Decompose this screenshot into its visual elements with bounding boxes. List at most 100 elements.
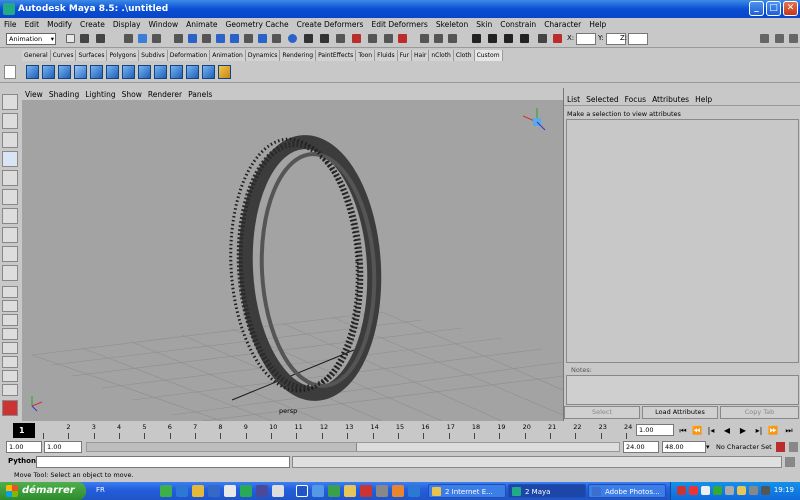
- menu-file[interactable]: File: [0, 20, 21, 29]
- layout-option-a-icon[interactable]: [2, 286, 18, 298]
- current-time-field[interactable]: 1.00: [636, 424, 674, 436]
- attr-menu-help[interactable]: Help: [692, 95, 715, 104]
- shelf-menu-icon[interactable]: [4, 65, 16, 79]
- tab-cloth[interactable]: Cloth: [453, 50, 475, 61]
- menu-character[interactable]: Character: [540, 20, 585, 29]
- menu-constrain[interactable]: Constrain: [496, 20, 540, 29]
- quick-launch-app-9-icon[interactable]: [312, 485, 324, 497]
- separate-icon[interactable]: [186, 65, 199, 79]
- minimize-button[interactable]: _: [749, 1, 764, 16]
- attr-menu-selected[interactable]: Selected: [583, 95, 622, 104]
- viewport-menu-view[interactable]: View: [22, 90, 46, 99]
- menu-edit-deformers[interactable]: Edit Deformers: [367, 20, 431, 29]
- language-indicator[interactable]: FR: [96, 486, 105, 494]
- current-frame-marker[interactable]: 1: [13, 423, 35, 438]
- merge-vertices-icon[interactable]: [122, 65, 135, 79]
- delete-history-icon[interactable]: [553, 34, 562, 43]
- notes-field[interactable]: [566, 375, 799, 405]
- attr-menu-focus[interactable]: Focus: [622, 95, 649, 104]
- select-tool-icon[interactable]: [2, 94, 18, 110]
- auto-key-icon[interactable]: [776, 442, 785, 452]
- paint-select-tool-icon[interactable]: [2, 132, 18, 148]
- layout-option-d-icon[interactable]: [2, 328, 18, 340]
- go-to-end-icon[interactable]: ⏭: [784, 425, 794, 436]
- manipulator-tool-icon[interactable]: [2, 208, 18, 224]
- transform-icon[interactable]: [434, 34, 443, 43]
- quick-launch-app-7-icon[interactable]: [256, 485, 268, 497]
- open-scene-icon[interactable]: [80, 34, 89, 43]
- command-input[interactable]: [36, 456, 290, 468]
- tray-app-6-icon[interactable]: [737, 486, 746, 495]
- menu-set-select[interactable]: Animation: [6, 33, 56, 45]
- start-time-field[interactable]: 1.00: [6, 441, 42, 453]
- animation-preferences-icon[interactable]: [789, 442, 798, 452]
- move-tool-icon[interactable]: [2, 151, 18, 167]
- attr-menu-attributes[interactable]: Attributes: [649, 95, 692, 104]
- extrude-icon[interactable]: [58, 65, 71, 79]
- range-bar[interactable]: [86, 442, 620, 452]
- quick-launch-app-3-icon[interactable]: [192, 485, 204, 497]
- tab-rendering[interactable]: Rendering: [280, 50, 317, 61]
- layout-option-e-icon[interactable]: [2, 342, 18, 354]
- quick-launch-app-11-icon[interactable]: [344, 485, 356, 497]
- layout-option-b-icon[interactable]: [2, 300, 18, 312]
- uv-editor-icon[interactable]: [218, 65, 231, 79]
- select-button[interactable]: Select: [564, 406, 640, 419]
- attribute-editor-toggle-icon[interactable]: [775, 34, 784, 43]
- menu-edit[interactable]: Edit: [21, 20, 44, 29]
- tab-custom[interactable]: Custom: [474, 50, 503, 61]
- range-handle[interactable]: [87, 443, 357, 451]
- lasso-tool-icon[interactable]: [2, 113, 18, 129]
- tab-animation[interactable]: Animation: [210, 50, 246, 61]
- input-ops-icon[interactable]: [258, 34, 267, 43]
- x-field[interactable]: [576, 33, 596, 45]
- close-button[interactable]: ✕: [783, 1, 798, 16]
- ipr-render-icon[interactable]: [336, 34, 345, 43]
- render-frame-icon[interactable]: [488, 34, 497, 43]
- menu-help[interactable]: Help: [585, 20, 610, 29]
- output-ops-icon[interactable]: [272, 34, 281, 43]
- input-line-icon[interactable]: [538, 34, 547, 43]
- tab-fluids[interactable]: Fluids: [375, 50, 398, 61]
- channel-box-toggle-icon[interactable]: [760, 34, 769, 43]
- layout-option-c-icon[interactable]: [2, 314, 18, 326]
- poly-plane-icon[interactable]: [42, 65, 55, 79]
- snap-grid-icon[interactable]: [174, 34, 183, 43]
- viewport-menu-renderer[interactable]: Renderer: [145, 90, 185, 99]
- render-region-icon[interactable]: [504, 34, 513, 43]
- tab-deformation[interactable]: Deformation: [167, 50, 211, 61]
- new-scene-icon[interactable]: [66, 34, 75, 43]
- select-by-object-icon[interactable]: [138, 34, 147, 43]
- pivot-icon[interactable]: [448, 34, 457, 43]
- task-internet-explorer[interactable]: 2 Internet E...: [428, 484, 506, 498]
- tab-subdivs[interactable]: Subdivs: [139, 50, 168, 61]
- render-settings-icon[interactable]: [520, 34, 529, 43]
- time-slider-track[interactable]: 1 2 3 4 5 6 7 8 9 10 11 12 13 14 15 16 17 18 19 20 21 22 23 24: [13, 421, 633, 440]
- viewport-menu-show[interactable]: Show: [119, 90, 145, 99]
- character-set-dropdown-icon[interactable]: ▾: [706, 443, 710, 451]
- tab-fur[interactable]: Fur: [397, 50, 413, 61]
- word-icon[interactable]: [296, 485, 308, 497]
- help-icon[interactable]: [288, 34, 297, 43]
- menu-modify[interactable]: Modify: [43, 20, 76, 29]
- play-backwards-icon[interactable]: ◀: [722, 425, 732, 436]
- tab-ncloth[interactable]: nCloth: [429, 50, 454, 61]
- tab-polygons[interactable]: Polygons: [107, 50, 140, 61]
- tab-general[interactable]: General: [22, 50, 51, 61]
- render-view-icon[interactable]: [304, 34, 313, 43]
- playback-end-field[interactable]: 24.00: [623, 441, 659, 453]
- delete-edge-icon[interactable]: [74, 65, 87, 79]
- playback-start-field[interactable]: 1.00: [44, 441, 82, 453]
- snap-point-icon[interactable]: [202, 34, 211, 43]
- hypershade-icon[interactable]: [368, 34, 377, 43]
- tab-curves[interactable]: Curves: [50, 50, 77, 61]
- render-current-icon[interactable]: [320, 34, 329, 43]
- quick-launch-app-14-icon[interactable]: [392, 485, 404, 497]
- step-forward-key-icon[interactable]: ▸|: [754, 425, 764, 436]
- tray-app-3-icon[interactable]: [701, 486, 710, 495]
- quick-launch-app-1-icon[interactable]: [160, 485, 172, 497]
- quick-launch-app-13-icon[interactable]: [376, 485, 388, 497]
- viewport-menu-shading[interactable]: Shading: [46, 90, 82, 99]
- quick-launch-app-15-icon[interactable]: [408, 485, 420, 497]
- menu-skin[interactable]: Skin: [472, 20, 496, 29]
